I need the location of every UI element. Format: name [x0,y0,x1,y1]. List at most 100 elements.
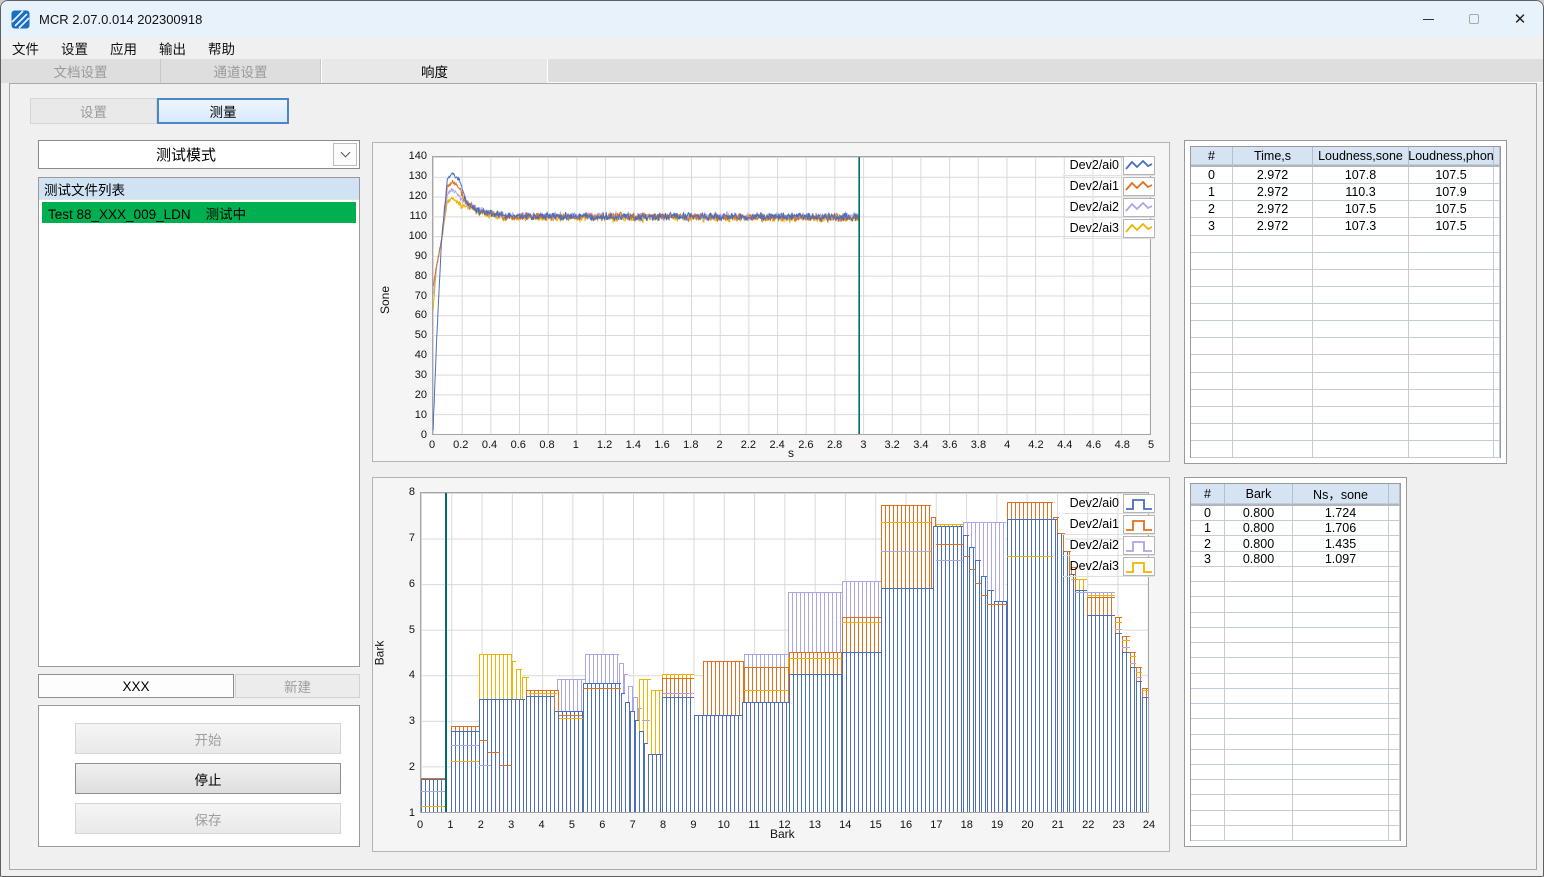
bar-segment-Dev2-ai0 [583,684,621,812]
table-cell: 107.5 [1409,167,1494,185]
subtab-measure[interactable]: 测量 [157,98,289,124]
bar-segment-Dev2-ai0 [1007,520,1058,812]
table-cell: 1.435 [1293,536,1389,552]
bar-segment-top [969,569,976,571]
legend-item-Dev2-ai1[interactable]: Dev2/ai1 [1063,176,1155,197]
tick-label: 6 [408,577,415,590]
tick-label: 110 [409,209,427,222]
table-row [1191,704,1400,720]
menu-item-2[interactable]: 应用 [99,36,148,60]
menu-item-3[interactable]: 输出 [148,36,197,60]
table-cell [1225,688,1293,705]
dropdown-arrow-button[interactable] [333,143,357,166]
menu-item-1[interactable]: 设置 [50,36,99,60]
tick-label: 1.4 [625,439,641,451]
bar-segment-top [963,521,1006,523]
list-item[interactable]: Test 88_XXX_009_LDN 测试中 [42,202,356,223]
bar-segment-top [421,777,447,779]
maximize-button[interactable] [1451,1,1497,37]
loudness-time-plot[interactable] [432,156,1151,435]
menu-item-0[interactable]: 文件 [1,36,50,60]
table-cell [1233,338,1313,356]
bar-segment-top [787,658,843,660]
table-row [1191,627,1400,644]
test-mode-dropdown[interactable]: 测试模式 [38,140,360,169]
bar-series-icon[interactable] [1123,556,1155,576]
legend-item-Dev2-ai3[interactable]: Dev2/ai3 [1063,218,1155,239]
stop-button[interactable]: 停止 [75,763,341,794]
table-cell [1191,252,1233,270]
bar-segment-top [1075,592,1115,594]
tick-label: 3 [508,819,515,831]
specific-loudness-plot[interactable] [420,492,1149,813]
bar-segment-top [1052,517,1059,519]
table-row [1191,252,1500,270]
bar-series-icon[interactable] [1123,535,1155,555]
bar-segment-top [1087,594,1115,596]
legend-label: Dev2/ai3 [1069,221,1119,235]
close-button[interactable]: ✕ [1497,1,1543,37]
legend-item-Dev2-ai2[interactable]: Dev2/ai2 [1063,535,1155,556]
loudness-table: # Time,s Loudness,sone Loudness,phon 0 2.972 1… [1190,146,1501,459]
file-list-items: Test 88_XXX_009_LDN 测试中 [39,202,359,223]
bar-series-icon[interactable] [1123,514,1155,534]
legend-label: Dev2/ai1 [1069,517,1119,531]
tick-label: 3.6 [942,439,958,451]
bark-cursor[interactable] [445,493,447,812]
line-series-icon[interactable] [1123,218,1155,238]
bar-segment-top [648,754,662,756]
table-cell: 2.972 [1233,218,1313,236]
tick-label: 1 [572,439,579,451]
legend-item-Dev2-ai0[interactable]: Dev2/ai0 [1063,493,1155,514]
new-button[interactable]: 新建 [235,674,360,698]
tick-label: 4.6 [1085,439,1102,451]
table-cell [1225,810,1293,826]
tick-label: 16 [899,819,913,831]
table-cell [1313,338,1409,356]
table-cell [1191,704,1225,720]
table-cell [1191,643,1225,659]
table-cell [1409,389,1494,407]
maximize-icon [1469,14,1479,24]
bar-segment-top [625,701,630,703]
bar-segment-top [881,521,932,523]
table-cell-filler [1494,218,1500,236]
xxx-button[interactable]: XXX [38,674,234,698]
bar-segment-top [623,674,629,676]
table-row [1191,673,1400,689]
tick-label: 23 [1112,819,1125,831]
bar-series-icon[interactable] [1123,493,1155,513]
legend-item-Dev2-ai3[interactable]: Dev2/ai3 [1063,556,1155,577]
bar-segment-top [932,526,964,528]
tick-label: 130 [408,169,427,182]
save-button[interactable]: 保存 [75,803,341,834]
table-cell [1293,810,1389,826]
menu-item-4[interactable]: 帮助 [197,36,246,60]
subtab-settings[interactable]: 设置 [30,98,157,124]
minimize-button[interactable] [1405,1,1451,37]
line-series-icon[interactable] [1123,197,1155,217]
bar-segment-Dev2-ai0 [648,755,662,812]
tab-1[interactable]: 通道设置 [161,59,321,83]
table-cell [1191,566,1225,583]
table-row [1191,795,1400,811]
legend-item-Dev2-ai1[interactable]: Dev2/ai1 [1063,514,1155,535]
table-cell [1191,269,1233,287]
table-cell: 3 [1191,218,1233,236]
legend-item-Dev2-ai0[interactable]: Dev2/ai0 [1063,155,1155,176]
table-cell [1409,252,1494,270]
bar-segment-top [931,517,936,519]
tab-2[interactable]: 响度 [321,59,548,83]
legend-item-Dev2-ai2[interactable]: Dev2/ai2 [1063,197,1155,218]
table-cell [1191,355,1233,373]
line-series-icon[interactable] [1123,176,1155,196]
start-button[interactable]: 开始 [75,723,341,754]
titlebar: MCR 2.07.0.014 202300918 ✕ [1,1,1543,37]
table-row [1191,612,1400,628]
tick-label: 50 [414,329,427,342]
tab-0[interactable]: 文档设置 [1,59,161,83]
column-header: Loudness,sone [1313,147,1409,165]
table-cell [1313,355,1409,373]
table-cell [1191,389,1233,407]
line-series-icon[interactable] [1123,155,1155,175]
